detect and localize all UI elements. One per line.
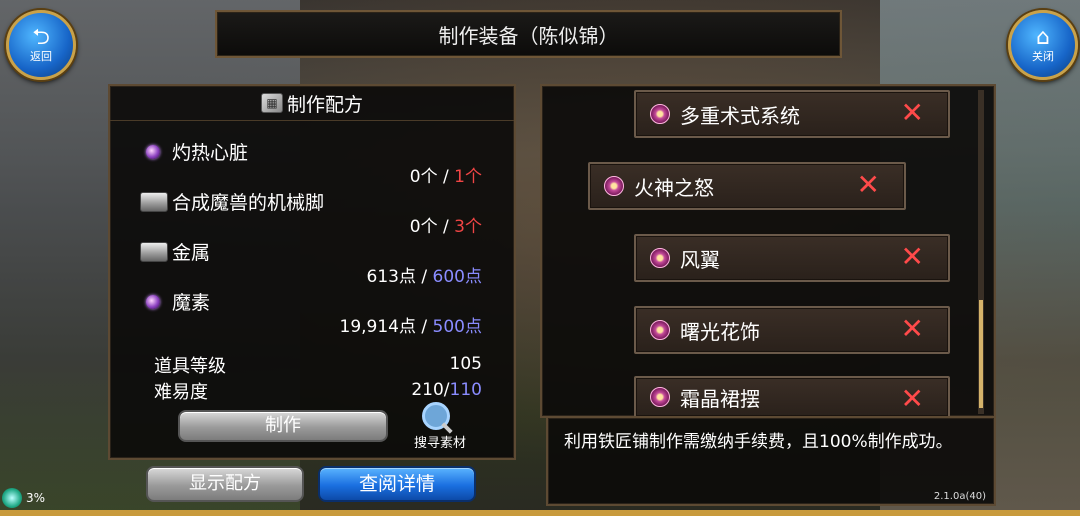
difficulty-need: 110 bbox=[449, 380, 482, 400]
material-have: 19,914点 bbox=[339, 317, 416, 337]
version-label: 2.1.0a(40) bbox=[933, 491, 986, 502]
material-separator: / bbox=[437, 167, 455, 187]
list-item[interactable]: 风翼 ✕ bbox=[634, 234, 950, 282]
equipment-name: 火神之怒 bbox=[634, 175, 714, 200]
equipment-orb-icon bbox=[650, 104, 670, 124]
material-name: 合成魔兽的机械脚 bbox=[172, 192, 325, 214]
remove-x-icon[interactable]: ✕ bbox=[901, 312, 924, 345]
bottom-frame-bar bbox=[0, 510, 1080, 516]
difficulty-value: 210/110 bbox=[411, 380, 482, 400]
equipment-name: 风翼 bbox=[680, 247, 720, 272]
close-label: 关闭 bbox=[1032, 50, 1054, 63]
metal-ingot-icon bbox=[140, 241, 168, 262]
material-count-2: 613点 / 600点 bbox=[367, 262, 482, 287]
recipe-book-icon: ▦ bbox=[260, 93, 283, 113]
craft-button[interactable]: 制作 bbox=[178, 410, 388, 442]
equipment-name: 霜晶裙摆 bbox=[680, 386, 760, 411]
material-row-2: 金属 bbox=[140, 238, 210, 265]
window-title: 制作装备（陈似锦） bbox=[215, 10, 842, 58]
close-button[interactable]: ⌂ 关闭 bbox=[1008, 10, 1078, 80]
remove-x-icon[interactable]: ✕ bbox=[901, 382, 924, 415]
show-recipe-button[interactable]: 显示配方 bbox=[146, 466, 304, 502]
magic-orb-icon bbox=[146, 144, 160, 159]
magic-orb-icon bbox=[146, 294, 160, 309]
description-text: 利用铁匠铺制作需缴纳手续费，且100%制作成功。 bbox=[564, 432, 953, 452]
item-level-label: 道具等级 bbox=[154, 356, 226, 377]
material-row-3: 魔素 bbox=[146, 288, 210, 315]
equipment-name: 曙光花饰 bbox=[680, 319, 760, 344]
item-level-value: 105 bbox=[449, 354, 482, 374]
material-need: 500点 bbox=[432, 317, 482, 337]
material-need: 3个 bbox=[454, 217, 482, 237]
magnifier-icon bbox=[422, 402, 450, 430]
search-materials-label: 搜寻素材 bbox=[413, 436, 466, 451]
material-have: 0个 bbox=[409, 167, 438, 187]
recipe-header: ▦ 制作配方 bbox=[110, 86, 514, 121]
home-icon: ⌂ bbox=[1036, 25, 1050, 50]
material-count-0: 0个 / 1个 bbox=[410, 162, 482, 187]
material-separator: / bbox=[437, 217, 455, 237]
equipment-orb-icon bbox=[650, 387, 670, 407]
material-separator: / bbox=[416, 267, 433, 287]
network-status-icon bbox=[2, 488, 22, 508]
material-have: 0个 bbox=[409, 217, 438, 237]
view-details-button[interactable]: 查阅详情 bbox=[318, 466, 476, 502]
remove-x-icon[interactable]: ✕ bbox=[901, 240, 924, 273]
recipe-header-label: 制作配方 bbox=[286, 93, 363, 116]
remove-x-icon[interactable]: ✕ bbox=[901, 96, 924, 129]
list-item[interactable]: 多重术式系统 ✕ bbox=[634, 90, 950, 138]
list-item-selected[interactable]: 火神之怒 ✕ bbox=[588, 162, 906, 210]
equipment-orb-icon bbox=[604, 176, 624, 196]
material-have: 613点 bbox=[366, 267, 416, 287]
material-need: 1个 bbox=[454, 167, 482, 187]
material-row-0: 灼热心脏 bbox=[146, 138, 248, 165]
metal-ingot-icon bbox=[140, 191, 168, 212]
material-name: 灼热心脏 bbox=[172, 142, 249, 164]
material-count-3: 19,914点 / 500点 bbox=[340, 312, 482, 337]
list-scrollbar-thumb[interactable] bbox=[979, 300, 983, 408]
material-name: 魔素 bbox=[172, 292, 211, 314]
back-button[interactable]: ⮌ 返回 bbox=[6, 10, 76, 80]
difficulty-have: 210/ bbox=[411, 380, 450, 400]
material-separator: / bbox=[416, 317, 433, 337]
remove-x-icon[interactable]: ✕ bbox=[857, 168, 880, 201]
equipment-orb-icon bbox=[650, 320, 670, 340]
status-indicator: 3% bbox=[2, 488, 45, 508]
back-label: 返回 bbox=[30, 50, 52, 63]
list-item[interactable]: 曙光花饰 ✕ bbox=[634, 306, 950, 354]
material-row-1: 合成魔兽的机械脚 bbox=[140, 188, 324, 215]
return-arrow-icon: ⮌ bbox=[32, 25, 50, 50]
list-item[interactable]: 霜晶裙摆 ✕ bbox=[634, 376, 950, 418]
description-panel: 利用铁匠铺制作需缴纳手续费，且100%制作成功。 2.1.0a(40) bbox=[546, 416, 996, 506]
difficulty-label: 难易度 bbox=[154, 382, 208, 403]
status-percent: 3% bbox=[26, 491, 46, 505]
equipment-orb-icon bbox=[650, 248, 670, 268]
search-materials-button[interactable]: 搜寻素材 bbox=[402, 402, 478, 451]
equipment-name: 多重术式系统 bbox=[680, 103, 800, 128]
material-need: 600点 bbox=[432, 267, 482, 287]
material-name: 金属 bbox=[172, 242, 211, 264]
material-count-1: 0个 / 3个 bbox=[410, 212, 482, 237]
